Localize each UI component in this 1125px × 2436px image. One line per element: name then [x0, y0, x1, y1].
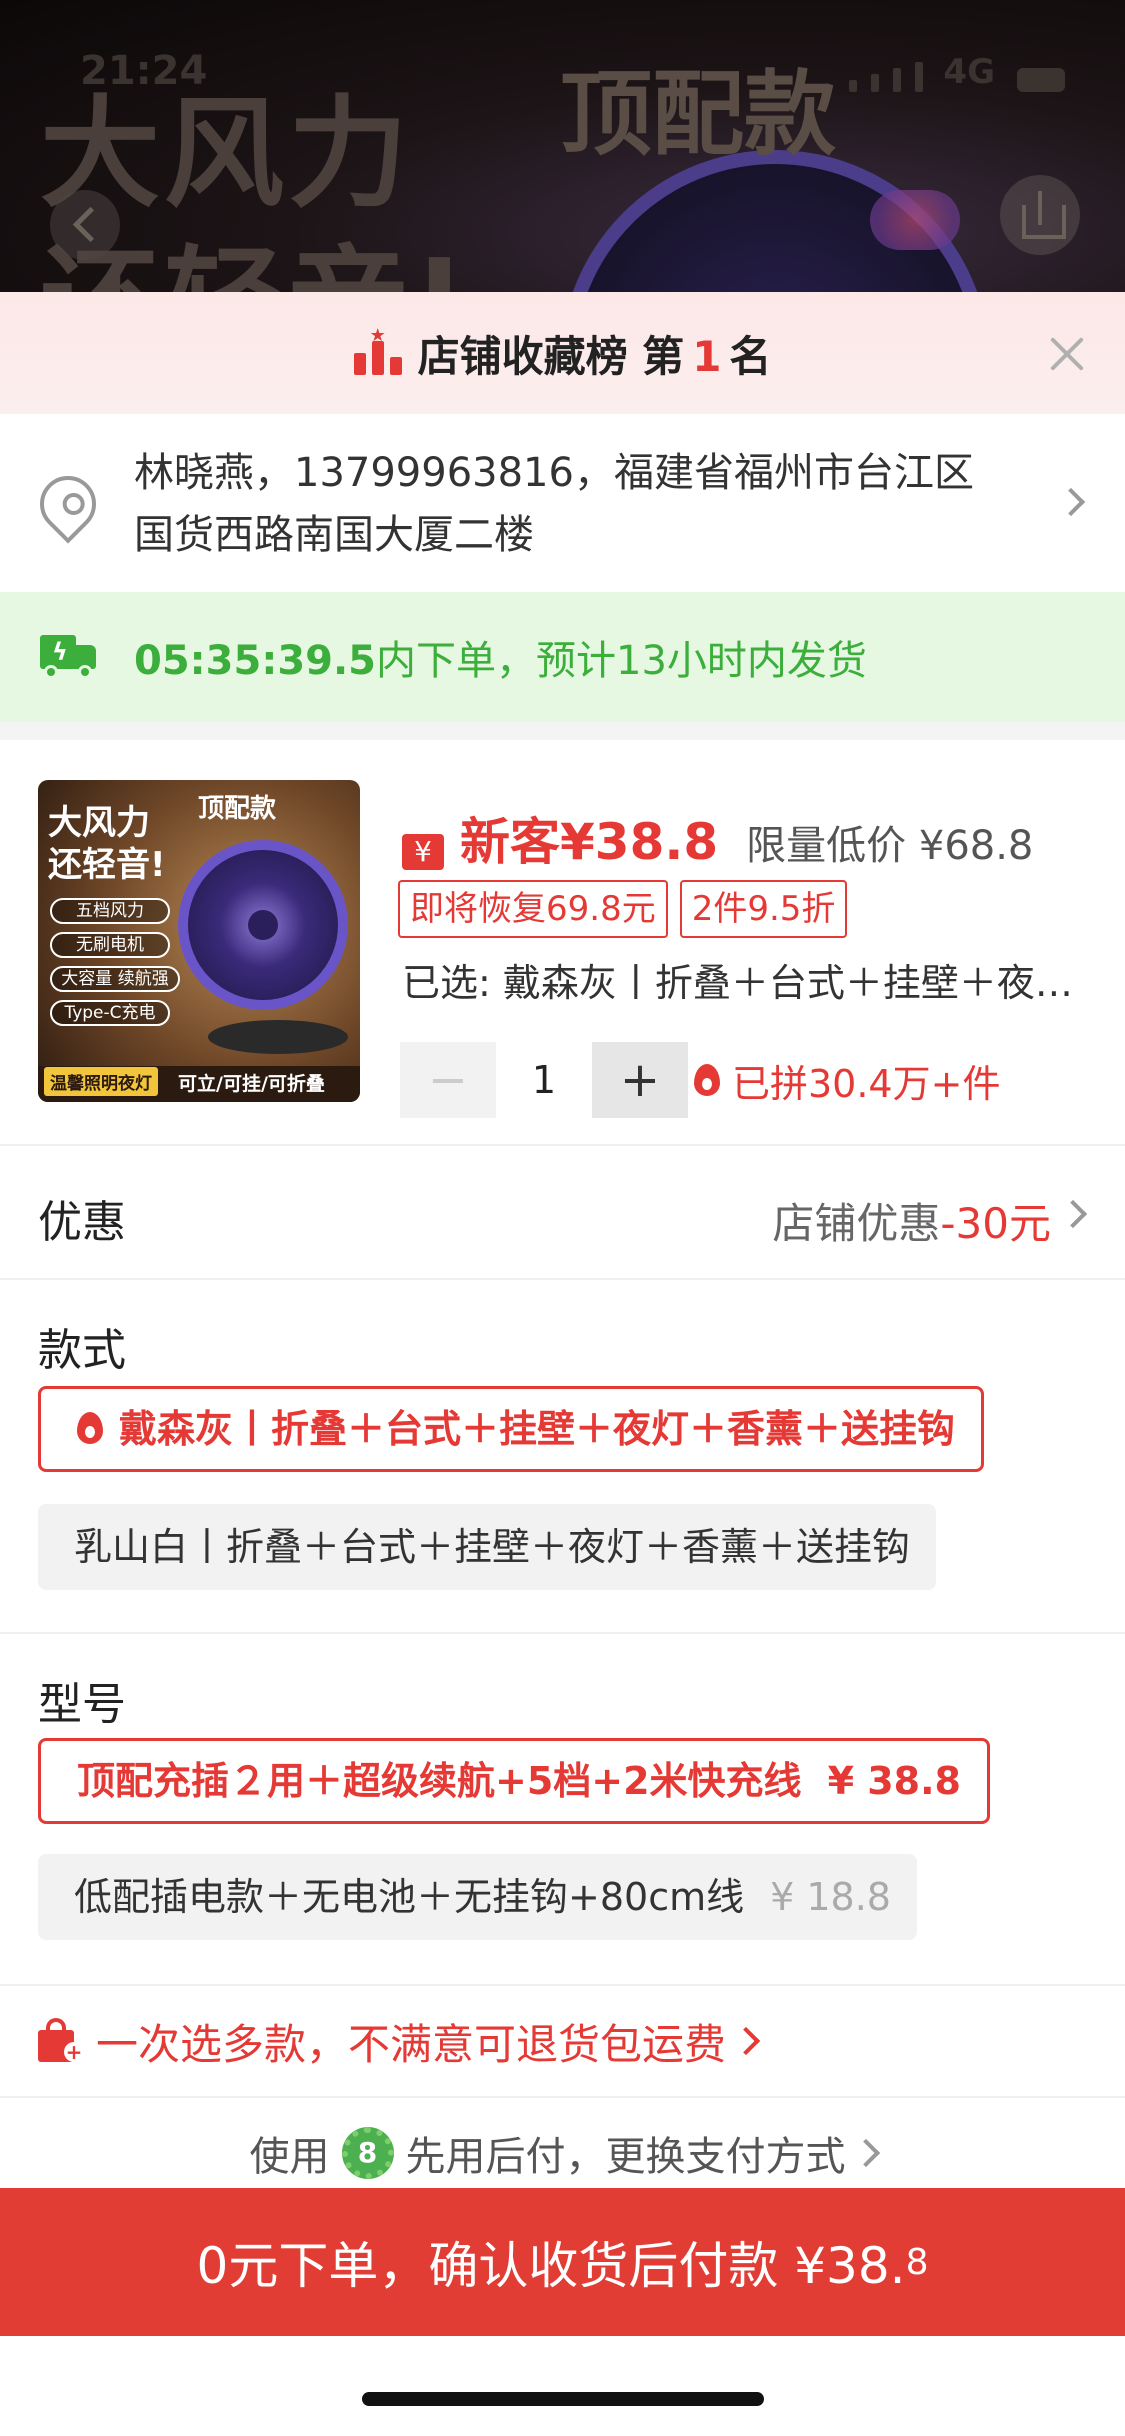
thumb-feature: 大容量 续航强 — [50, 966, 180, 992]
price-tag: 即将恢复69.8元 — [398, 880, 668, 938]
chevron-right-icon — [731, 2026, 761, 2056]
selected-variant: 已选: 戴森灰丨折叠＋台式＋挂壁＋夜灯＋香薰＋送挂钩 — [402, 961, 1102, 1005]
address-text: 林晓燕，13799963816，福建省福州市台江区国货西路南国大厦二楼 — [134, 450, 974, 558]
thumb-footer-text: 可立/可挂/可折叠 — [178, 1073, 325, 1095]
price-tags: 即将恢复69.8元 2件9.5折 — [398, 880, 848, 938]
style-option-label: 乳山白丨折叠＋台式＋挂壁＋夜灯＋香薰＋送挂钩 — [74, 1525, 911, 1569]
yen-icon: ¥ — [402, 834, 444, 870]
pay-badge-char: 8 — [357, 2136, 378, 2169]
pay-method-text: 先用后付，更换支付方式 — [405, 2134, 846, 2180]
backdrop-badge: 顶配款 — [560, 61, 837, 168]
order-sheet: ★ 店铺收藏榜 第1名 林晓燕，13799963816，福建省福州市台江区国货西… — [0, 292, 1125, 2436]
share-icon[interactable] — [1000, 175, 1080, 255]
price-tag: 2件9.5折 — [679, 880, 848, 938]
shipping-countdown: 05:35:39.5 — [134, 638, 377, 684]
new-customer-price: 新客¥38.8 — [460, 813, 719, 871]
product-thumbnail[interactable]: 大风力 还轻音! 顶配款 五档风力 无刷电机 大容量 续航强 Type-C充电 … — [38, 780, 360, 1102]
style-option-selected[interactable]: 戴森灰丨折叠＋台式＋挂壁＋夜灯＋香薰＋送挂钩 — [38, 1386, 985, 1472]
status-time: 21:24 — [80, 48, 208, 94]
model-option-selected[interactable]: 顶配充插２用＋超级续航+5档+2米快充线 ¥ 38.8 — [38, 1738, 990, 1824]
model-option-label: 低配插电款＋无电池＋无挂钩+80cm线 — [74, 1875, 745, 1919]
return-shipping-promo[interactable]: + 一次选多款，不满意可退货包运费 — [0, 1986, 1125, 2098]
chat-bubble-icon[interactable] — [870, 190, 960, 250]
quantity-stepper: − 1 + 已拼30.4万+件 — [400, 1042, 1000, 1118]
place-order-cents: 8 — [905, 2241, 929, 2283]
quantity-value[interactable]: 1 — [496, 1058, 592, 1102]
pay-later-badge-icon: 8 — [341, 2127, 394, 2179]
shipping-notice: ϟ 05:35:39.5内下单，预计13小时内发货 — [0, 592, 1125, 722]
sold-count: 已拼30.4万+件 — [694, 1053, 1000, 1108]
discount-amount: -30元 — [940, 1199, 1051, 1248]
model-title: 型号 — [38, 1679, 126, 1730]
thumb-feature: 无刷电机 — [50, 932, 170, 958]
product-page-backdrop: 大风力 还轻音! 顶配款 21:24 4G — [0, 0, 1125, 292]
fan-image — [178, 840, 348, 1010]
model-option[interactable]: 低配插电款＋无电池＋无挂钩+80cm线 ¥ 18.8 — [38, 1854, 917, 1940]
divider — [0, 722, 1125, 740]
store-rank-banner: ★ 店铺收藏榜 第1名 — [0, 292, 1125, 414]
home-indicator[interactable] — [362, 2392, 764, 2406]
place-order-button[interactable]: 0元下单，确认收货后付款 ¥38. 8 — [0, 2188, 1125, 2336]
shipping-text: 05:35:39.5内下单，预计13小时内发货 — [134, 628, 867, 686]
place-order-label: 0元下单，确认收货后付款 ¥38. — [196, 2237, 906, 2295]
thumb-headline: 大风力 还轻音! — [48, 803, 166, 885]
battery-icon — [1017, 68, 1065, 92]
model-option-price: ¥ 38.8 — [827, 1759, 961, 1803]
price-line: ¥ 新客¥38.8 限量低价 ¥68.8 — [402, 802, 1033, 874]
chevron-right-icon — [851, 2138, 880, 2168]
backdrop-headline: 大风力 还轻音! — [40, 85, 467, 292]
discount-row[interactable]: 优惠 店铺优惠-30元 — [0, 1146, 1125, 1280]
thumb-feature: 五档风力 — [50, 898, 170, 924]
thumb-footer-tag: 温馨照明夜灯 — [44, 1067, 158, 1096]
rank-text: 店铺收藏榜 第1名 — [418, 323, 772, 384]
rank-prefix: 店铺收藏榜 第 — [417, 331, 685, 381]
flame-icon — [77, 1411, 103, 1444]
address-row[interactable]: 林晓燕，13799963816，福建省福州市台江区国货西路南国大厦二楼 — [0, 414, 1125, 592]
limited-price: 限量低价 ¥68.8 — [746, 823, 1034, 869]
rank-suffix: 名 — [729, 331, 772, 381]
decrement-button[interactable]: − — [400, 1042, 496, 1118]
status-indicators: 4G — [849, 52, 1065, 92]
model-option-price: ¥ 18.8 — [770, 1875, 891, 1919]
increment-button[interactable]: + — [592, 1042, 688, 1118]
thumb-badge: 顶配款 — [198, 794, 277, 824]
style-section: 款式 戴森灰丨折叠＋台式＋挂壁＋夜灯＋香薰＋送挂钩 乳山白丨折叠＋台式＋挂壁＋夜… — [0, 1280, 1125, 1634]
network-label: 4G — [943, 52, 995, 92]
signal-icon — [849, 80, 858, 92]
model-option-label: 顶配充插２用＋超级续航+5档+2米快充线 — [77, 1759, 802, 1803]
close-icon[interactable] — [1045, 332, 1089, 376]
shipping-message: 内下单，预计13小时内发货 — [376, 638, 867, 684]
product-summary: 大风力 还轻音! 顶配款 五档风力 无刷电机 大容量 续航强 Type-C充电 … — [0, 740, 1125, 1146]
rank-chart-icon: ★ — [353, 327, 402, 375]
model-section: 型号 顶配充插２用＋超级续航+5档+2米快充线 ¥ 38.8 低配插电款＋无电池＋… — [0, 1634, 1125, 1986]
flame-icon — [694, 1064, 720, 1096]
shopping-bag-icon: + — [38, 2018, 84, 2064]
rank-number: 1 — [692, 331, 722, 381]
back-arrow-icon[interactable] — [50, 190, 120, 260]
style-option[interactable]: 乳山白丨折叠＋台式＋挂壁＋夜灯＋香薰＋送挂钩 — [38, 1504, 937, 1590]
thumb-feature: Type-C充电 — [50, 1000, 170, 1026]
location-pin-icon — [28, 464, 108, 544]
style-option-label: 戴森灰丨折叠＋台式＋挂壁＋夜灯＋香薰＋送挂钩 — [119, 1407, 956, 1451]
promo-text: 一次选多款，不满意可退货包运费 — [96, 2019, 727, 2069]
pay-prefix: 使用 — [249, 2134, 330, 2180]
chevron-right-icon — [1058, 1199, 1088, 1229]
style-title: 款式 — [38, 1325, 126, 1376]
discount-type: 店铺优惠 — [772, 1199, 941, 1248]
chevron-right-icon — [1056, 487, 1086, 517]
sold-text: 已拼30.4万+件 — [732, 1061, 1001, 1106]
discount-value: 店铺优惠-30元 — [772, 1190, 1051, 1251]
truck-icon: ϟ — [40, 635, 98, 679]
discount-label: 优惠 — [38, 1197, 126, 1248]
